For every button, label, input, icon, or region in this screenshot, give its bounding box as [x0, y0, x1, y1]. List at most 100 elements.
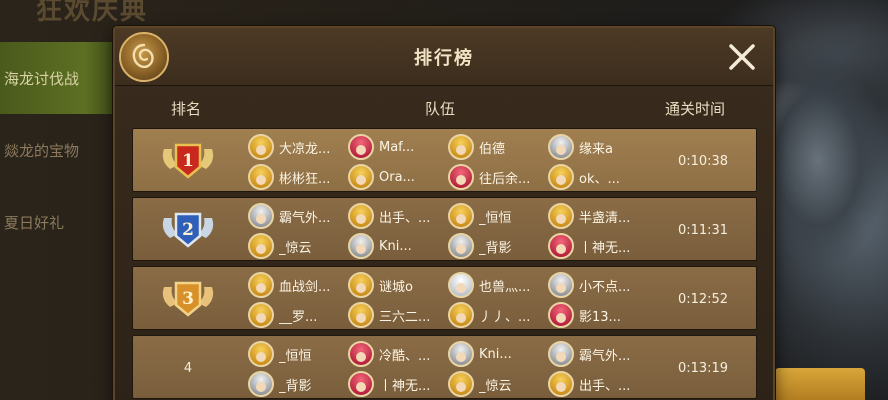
- rank-number: 4: [183, 360, 193, 376]
- team-member[interactable]: 冷酷、...: [348, 340, 441, 368]
- hero-avatar-icon: [548, 203, 574, 229]
- clear-time: 0:12:52: [677, 291, 729, 307]
- hero-avatar-icon: [448, 203, 474, 229]
- panel-title: 排行榜: [414, 48, 474, 69]
- team-member[interactable]: 丿丿、...: [448, 301, 541, 329]
- rank-cell: 1: [133, 129, 243, 193]
- team-member[interactable]: _恒恒: [248, 340, 341, 368]
- ranking-row[interactable]: 4 _恒恒 冷酷、... Kni... 霸气外... _背影 丨神无... _惊云 出手、...…: [132, 335, 757, 399]
- team-member[interactable]: _惊云: [448, 370, 541, 398]
- team-member[interactable]: 霸气外...: [248, 202, 341, 230]
- member-name: _恒恒: [279, 348, 312, 364]
- team-member[interactable]: 霸气外...: [548, 340, 641, 368]
- team-member[interactable]: _背影: [248, 370, 341, 398]
- clear-time: 0:11:31: [677, 222, 729, 238]
- hero-avatar-icon: [348, 302, 374, 328]
- hero-avatar-icon: [348, 341, 374, 367]
- member-name: 伯德: [479, 141, 506, 157]
- member-name: 血战剑...: [279, 279, 331, 295]
- hero-avatar-icon: [548, 233, 574, 259]
- close-button[interactable]: [725, 40, 759, 74]
- hero-avatar-icon: [448, 134, 474, 160]
- member-name: 缘来a: [579, 141, 613, 157]
- team-member[interactable]: 影13...: [548, 301, 641, 329]
- team-member[interactable]: __罗...: [248, 301, 341, 329]
- panel-header: 排行榜: [115, 28, 773, 86]
- team-member[interactable]: Kni...: [448, 340, 541, 368]
- ranking-row[interactable]: 2 霸气外... 出手、... _恒恒 半盏清... _惊云 Kni... _背影 丨神无...…: [132, 197, 757, 261]
- hero-avatar-icon: [448, 371, 474, 397]
- member-name: 大凉龙...: [279, 141, 331, 157]
- team-member[interactable]: 谜城o: [348, 271, 441, 299]
- member-name: 丿丿、...: [479, 309, 531, 325]
- bottom-action-button[interactable]: [775, 368, 865, 400]
- team-member[interactable]: 出手、...: [348, 202, 441, 230]
- event-title: 狂欢庆典: [36, 0, 149, 26]
- hero-avatar-icon: [448, 341, 474, 367]
- team-member[interactable]: Maf...: [348, 133, 441, 161]
- side-item-label: 夏日好礼: [4, 213, 65, 232]
- member-name: 丨神无...: [579, 240, 631, 256]
- hero-avatar-icon: [348, 233, 374, 259]
- silver-medal-icon: 2: [158, 208, 218, 252]
- team-member[interactable]: _背影: [448, 232, 541, 260]
- team-member[interactable]: ok、...: [548, 163, 641, 191]
- member-name: 出手、...: [579, 378, 631, 394]
- hero-avatar-icon: [348, 164, 374, 190]
- side-item-dragon-treasure[interactable]: 燚龙的宝物: [0, 114, 120, 186]
- hero-avatar-icon: [548, 302, 574, 328]
- member-name: _惊云: [279, 240, 312, 256]
- hero-avatar-icon: [448, 272, 474, 298]
- team-member[interactable]: Ora...: [348, 163, 441, 191]
- team-member[interactable]: 大凉龙...: [248, 133, 341, 161]
- team-member[interactable]: 也兽灬...: [448, 271, 541, 299]
- side-item-label: 燚龙的宝物: [4, 141, 80, 160]
- rank-cell: 4: [133, 336, 243, 400]
- team-member[interactable]: 丨神无...: [548, 232, 641, 260]
- team-member[interactable]: 血战剑...: [248, 271, 341, 299]
- hero-avatar-icon: [248, 341, 274, 367]
- ranking-row[interactable]: 1 大凉龙... Maf... 伯德 缘来a 彬彬狂... Ora... 往后余... ok、.…: [132, 128, 757, 192]
- team-member[interactable]: 出手、...: [548, 370, 641, 398]
- team-member[interactable]: _恒恒: [448, 202, 541, 230]
- member-name: 半盏清...: [579, 210, 631, 226]
- member-name: Kni...: [379, 238, 412, 254]
- member-name: 霸气外...: [279, 210, 331, 226]
- clear-time: 0:10:38: [677, 153, 729, 169]
- hero-avatar-icon: [548, 371, 574, 397]
- hero-avatar-icon: [248, 203, 274, 229]
- member-name: 往后余...: [479, 171, 531, 187]
- member-name: 三六二...: [379, 309, 431, 325]
- team-member[interactable]: _惊云: [248, 232, 341, 260]
- team-member[interactable]: 伯德: [448, 133, 541, 161]
- hero-avatar-icon: [348, 134, 374, 160]
- team-member[interactable]: 往后余...: [448, 163, 541, 191]
- hero-avatar-icon: [548, 134, 574, 160]
- team-member[interactable]: 半盏清...: [548, 202, 641, 230]
- side-item-sea-dragon[interactable]: 海龙讨伐战: [0, 42, 120, 114]
- close-icon: [729, 44, 755, 70]
- team-member[interactable]: Kni...: [348, 232, 441, 260]
- rank-cell: 3: [133, 267, 243, 331]
- ranking-row[interactable]: 3 血战剑... 谜城o 也兽灬... 小不点... __罗... 三六二... 丿丿、...…: [132, 266, 757, 330]
- hero-avatar-icon: [248, 233, 274, 259]
- hero-avatar-icon: [348, 371, 374, 397]
- member-name: 丨神无...: [379, 378, 431, 394]
- member-name: _恒恒: [479, 210, 512, 226]
- rank-cell: 2: [133, 198, 243, 262]
- member-name: 彬彬狂...: [279, 171, 331, 187]
- side-item-summer-gift[interactable]: 夏日好礼: [0, 186, 120, 258]
- member-name: 谜城o: [379, 279, 413, 295]
- member-name: 小不点...: [579, 279, 631, 295]
- member-name: ok、...: [579, 171, 620, 187]
- header-time: 通关时间: [665, 100, 726, 118]
- hero-avatar-icon: [348, 203, 374, 229]
- team-member[interactable]: 缘来a: [548, 133, 641, 161]
- team-member[interactable]: 丨神无...: [348, 370, 441, 398]
- member-name: 也兽灬...: [479, 279, 531, 295]
- rank-number: 3: [182, 289, 194, 309]
- team-member[interactable]: 彬彬狂...: [248, 163, 341, 191]
- ranking-panel: 排行榜 排名 队伍 通关时间 1 大凉龙... Maf... 伯德 缘来a 彬彬狂... O…: [113, 26, 775, 400]
- team-member[interactable]: 三六二...: [348, 301, 441, 329]
- team-member[interactable]: 小不点...: [548, 271, 641, 299]
